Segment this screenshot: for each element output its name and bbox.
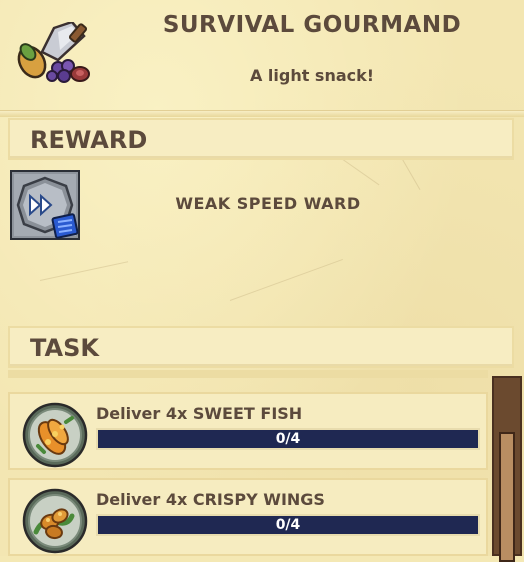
- task-list-scrollbar[interactable]: [492, 376, 522, 562]
- task-label: Deliver 4x CRISPY WINGS: [96, 490, 325, 509]
- speed-ward-icon[interactable]: [10, 170, 80, 240]
- task-progress-text: 0/4: [275, 431, 301, 447]
- header-divider: [0, 110, 524, 117]
- quest-title: SURVIVAL GOURMAND: [162, 12, 462, 38]
- task-section-header: TASK: [8, 326, 514, 368]
- cleaver-and-food-icon: [17, 22, 90, 83]
- task-progress-bar: 0/4: [96, 514, 480, 536]
- task-label: Deliver 4x SWEET FISH: [96, 404, 303, 423]
- reward-section-label: REWARD: [30, 126, 148, 154]
- task-section-label: TASK: [30, 334, 99, 362]
- quest-header: SURVIVAL GOURMAND A light snack!: [0, 0, 524, 108]
- sweet-fish-icon: [22, 402, 88, 468]
- reward-section-header: REWARD: [8, 118, 514, 160]
- scrollbar-thumb[interactable]: [499, 432, 515, 562]
- task-progress-bar: 0/4: [96, 428, 480, 450]
- quest-subtitle: A light snack!: [249, 66, 375, 85]
- task-item-crispy-wings[interactable]: Deliver 4x CRISPY WINGS 0/4: [8, 478, 488, 556]
- task-item-sweet-fish[interactable]: Deliver 4x SWEET FISH 0/4: [8, 392, 488, 470]
- task-list-top-edge: [8, 370, 488, 378]
- reward-item-name: WEAK SPEED WARD: [175, 194, 361, 213]
- crispy-wings-icon: [22, 488, 88, 554]
- task-progress-text: 0/4: [275, 517, 301, 533]
